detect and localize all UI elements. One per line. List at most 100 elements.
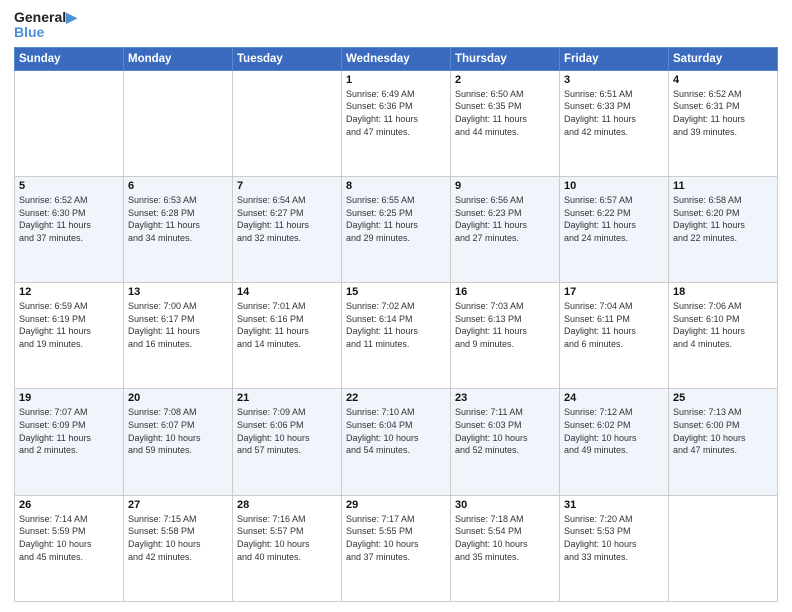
- day-number: 19: [19, 392, 119, 404]
- calendar-cell: 29 Sunrise: 7:17 AMSunset: 5:55 PMDayligh…: [342, 495, 451, 601]
- day-info: Sunrise: 7:02 AMSunset: 6:14 PMDaylight:…: [346, 300, 446, 350]
- calendar-week-row: 1 Sunrise: 6:49 AMSunset: 6:36 PMDaylight…: [15, 70, 778, 176]
- day-info: Sunrise: 7:09 AMSunset: 6:06 PMDaylight:…: [237, 406, 337, 456]
- day-info: Sunrise: 7:04 AMSunset: 6:11 PMDaylight:…: [564, 300, 664, 350]
- calendar-cell: 22 Sunrise: 7:10 AMSunset: 6:04 PMDayligh…: [342, 389, 451, 495]
- calendar-cell: [669, 495, 778, 601]
- day-number: 22: [346, 392, 446, 404]
- day-info: Sunrise: 6:52 AMSunset: 6:30 PMDaylight:…: [19, 194, 119, 244]
- day-info: Sunrise: 6:58 AMSunset: 6:20 PMDaylight:…: [673, 194, 773, 244]
- header: General▶ Blue: [14, 10, 778, 41]
- calendar-cell: 1 Sunrise: 6:49 AMSunset: 6:36 PMDaylight…: [342, 70, 451, 176]
- calendar-week-row: 19 Sunrise: 7:07 AMSunset: 6:09 PMDayligh…: [15, 389, 778, 495]
- day-info: Sunrise: 6:56 AMSunset: 6:23 PMDaylight:…: [455, 194, 555, 244]
- logo-line2: Blue: [14, 25, 44, 40]
- calendar-cell: 14 Sunrise: 7:01 AMSunset: 6:16 PMDayligh…: [233, 283, 342, 389]
- calendar-cell: 5 Sunrise: 6:52 AMSunset: 6:30 PMDaylight…: [15, 177, 124, 283]
- calendar-cell: 15 Sunrise: 7:02 AMSunset: 6:14 PMDayligh…: [342, 283, 451, 389]
- day-number: 4: [673, 74, 773, 86]
- weekday-header: Monday: [124, 47, 233, 70]
- day-info: Sunrise: 7:16 AMSunset: 5:57 PMDaylight:…: [237, 513, 337, 563]
- day-number: 5: [19, 180, 119, 192]
- weekday-header-row: SundayMondayTuesdayWednesdayThursdayFrid…: [15, 47, 778, 70]
- calendar-cell: 7Sunrise: 6:54 AMSunset: 6:27 PMDaylight…: [233, 177, 342, 283]
- day-number: 13: [128, 286, 228, 298]
- day-number: 8: [346, 180, 446, 192]
- calendar-week-row: 5 Sunrise: 6:52 AMSunset: 6:30 PMDaylight…: [15, 177, 778, 283]
- day-number: 23: [455, 392, 555, 404]
- calendar-cell: 28 Sunrise: 7:16 AMSunset: 5:57 PMDayligh…: [233, 495, 342, 601]
- day-info: Sunrise: 7:10 AMSunset: 6:04 PMDaylight:…: [346, 406, 446, 456]
- day-number: 29: [346, 499, 446, 511]
- calendar-cell: 6 Sunrise: 6:53 AMSunset: 6:28 PMDaylight…: [124, 177, 233, 283]
- day-number: 6: [128, 180, 228, 192]
- weekday-header: Saturday: [669, 47, 778, 70]
- day-number: 16: [455, 286, 555, 298]
- day-info: Sunrise: 7:03 AMSunset: 6:13 PMDaylight:…: [455, 300, 555, 350]
- day-number: 30: [455, 499, 555, 511]
- day-info: Sunrise: 7:17 AMSunset: 5:55 PMDaylight:…: [346, 513, 446, 563]
- weekday-header: Friday: [560, 47, 669, 70]
- day-info: Sunrise: 7:11 AMSunset: 6:03 PMDaylight:…: [455, 406, 555, 456]
- calendar-cell: 9Sunrise: 6:56 AMSunset: 6:23 PMDaylight…: [451, 177, 560, 283]
- day-info: Sunrise: 6:51 AMSunset: 6:33 PMDaylight:…: [564, 88, 664, 138]
- logo-text-block: General▶ Blue: [14, 10, 77, 41]
- day-number: 3: [564, 74, 664, 86]
- day-info: Sunrise: 6:49 AMSunset: 6:36 PMDaylight:…: [346, 88, 446, 138]
- day-info: Sunrise: 7:00 AMSunset: 6:17 PMDaylight:…: [128, 300, 228, 350]
- day-info: Sunrise: 6:53 AMSunset: 6:28 PMDaylight:…: [128, 194, 228, 244]
- day-number: 20: [128, 392, 228, 404]
- day-info: Sunrise: 6:50 AMSunset: 6:35 PMDaylight:…: [455, 88, 555, 138]
- calendar-cell: 26Sunrise: 7:14 AMSunset: 5:59 PMDayligh…: [15, 495, 124, 601]
- day-number: 14: [237, 286, 337, 298]
- calendar-cell: 10Sunrise: 6:57 AMSunset: 6:22 PMDayligh…: [560, 177, 669, 283]
- page: General▶ Blue SundayMondayTuesdayWednesd…: [0, 0, 792, 612]
- day-info: Sunrise: 7:14 AMSunset: 5:59 PMDaylight:…: [19, 513, 119, 563]
- calendar-week-row: 12 Sunrise: 6:59 AMSunset: 6:19 PMDayligh…: [15, 283, 778, 389]
- calendar-cell: 4 Sunrise: 6:52 AMSunset: 6:31 PMDaylight…: [669, 70, 778, 176]
- calendar-week-row: 26Sunrise: 7:14 AMSunset: 5:59 PMDayligh…: [15, 495, 778, 601]
- day-number: 15: [346, 286, 446, 298]
- day-info: Sunrise: 7:20 AMSunset: 5:53 PMDaylight:…: [564, 513, 664, 563]
- calendar-cell: 19 Sunrise: 7:07 AMSunset: 6:09 PMDayligh…: [15, 389, 124, 495]
- calendar-cell: 16 Sunrise: 7:03 AMSunset: 6:13 PMDayligh…: [451, 283, 560, 389]
- calendar-cell: 13 Sunrise: 7:00 AMSunset: 6:17 PMDayligh…: [124, 283, 233, 389]
- day-number: 18: [673, 286, 773, 298]
- day-number: 1: [346, 74, 446, 86]
- calendar-cell: [124, 70, 233, 176]
- logo: General▶ Blue: [14, 10, 77, 41]
- weekday-header: Wednesday: [342, 47, 451, 70]
- calendar-cell: 2Sunrise: 6:50 AMSunset: 6:35 PMDaylight…: [451, 70, 560, 176]
- day-info: Sunrise: 6:55 AMSunset: 6:25 PMDaylight:…: [346, 194, 446, 244]
- calendar-cell: [233, 70, 342, 176]
- calendar-cell: 17 Sunrise: 7:04 AMSunset: 6:11 PMDayligh…: [560, 283, 669, 389]
- day-info: Sunrise: 7:01 AMSunset: 6:16 PMDaylight:…: [237, 300, 337, 350]
- day-number: 17: [564, 286, 664, 298]
- day-info: Sunrise: 7:08 AMSunset: 6:07 PMDaylight:…: [128, 406, 228, 456]
- calendar-cell: 27Sunrise: 7:15 AMSunset: 5:58 PMDayligh…: [124, 495, 233, 601]
- day-info: Sunrise: 7:13 AMSunset: 6:00 PMDaylight:…: [673, 406, 773, 456]
- day-number: 27: [128, 499, 228, 511]
- calendar-cell: 30Sunrise: 7:18 AMSunset: 5:54 PMDayligh…: [451, 495, 560, 601]
- calendar-table: SundayMondayTuesdayWednesdayThursdayFrid…: [14, 47, 778, 602]
- day-number: 25: [673, 392, 773, 404]
- day-info: Sunrise: 6:52 AMSunset: 6:31 PMDaylight:…: [673, 88, 773, 138]
- day-number: 28: [237, 499, 337, 511]
- weekday-header: Sunday: [15, 47, 124, 70]
- calendar-cell: 31 Sunrise: 7:20 AMSunset: 5:53 PMDayligh…: [560, 495, 669, 601]
- calendar-cell: 20 Sunrise: 7:08 AMSunset: 6:07 PMDayligh…: [124, 389, 233, 495]
- day-number: 31: [564, 499, 664, 511]
- day-number: 21: [237, 392, 337, 404]
- day-info: Sunrise: 7:07 AMSunset: 6:09 PMDaylight:…: [19, 406, 119, 456]
- day-info: Sunrise: 6:59 AMSunset: 6:19 PMDaylight:…: [19, 300, 119, 350]
- calendar-cell: 8 Sunrise: 6:55 AMSunset: 6:25 PMDaylight…: [342, 177, 451, 283]
- weekday-header: Thursday: [451, 47, 560, 70]
- day-info: Sunrise: 6:57 AMSunset: 6:22 PMDaylight:…: [564, 194, 664, 244]
- calendar-cell: 12 Sunrise: 6:59 AMSunset: 6:19 PMDayligh…: [15, 283, 124, 389]
- calendar-cell: [15, 70, 124, 176]
- day-number: 12: [19, 286, 119, 298]
- calendar-cell: 24Sunrise: 7:12 AMSunset: 6:02 PMDayligh…: [560, 389, 669, 495]
- weekday-header: Tuesday: [233, 47, 342, 70]
- calendar-cell: 11Sunrise: 6:58 AMSunset: 6:20 PMDayligh…: [669, 177, 778, 283]
- day-info: Sunrise: 7:06 AMSunset: 6:10 PMDaylight:…: [673, 300, 773, 350]
